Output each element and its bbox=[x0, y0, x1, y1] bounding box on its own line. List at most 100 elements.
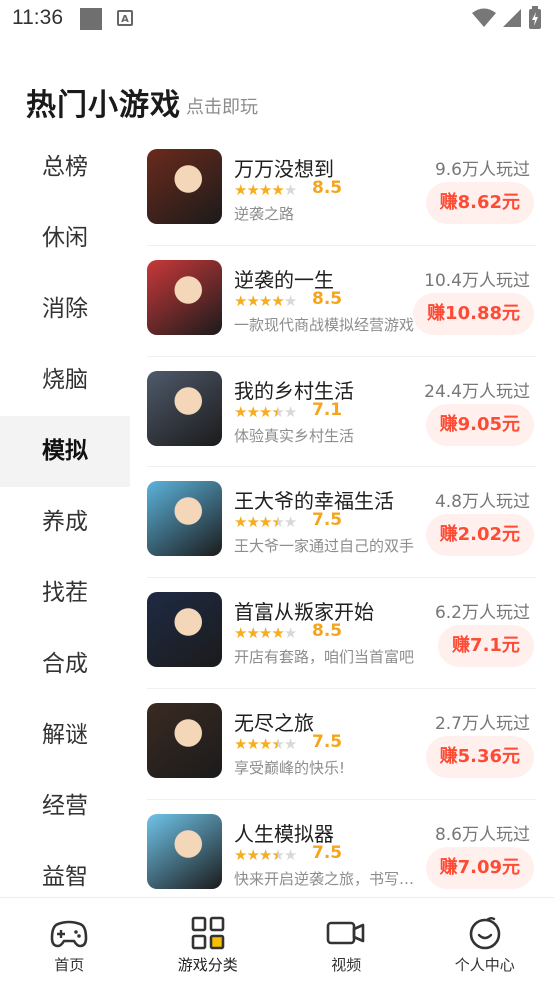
nav-label: 首页 bbox=[54, 954, 84, 975]
page-subtitle: 点击即玩 bbox=[186, 93, 258, 119]
players-count: 9.6万人玩过 bbox=[435, 155, 530, 180]
game-thumbnail[interactable] bbox=[147, 481, 222, 556]
star-icon: ★ bbox=[246, 624, 258, 642]
star-icon: ★ bbox=[271, 292, 283, 310]
rating-stars: ★★★★★ bbox=[234, 624, 296, 642]
star-icon: ★ bbox=[259, 292, 271, 310]
players-count: 6.2万人玩过 bbox=[435, 598, 530, 623]
star-icon: ★ bbox=[246, 181, 258, 199]
bottom-nav: 首页 游戏分类 视频 个人中心 bbox=[0, 897, 554, 986]
category-item[interactable]: 合成 bbox=[0, 629, 130, 700]
star-icon: ★ bbox=[234, 624, 246, 642]
star-icon: ★ bbox=[284, 292, 296, 310]
game-thumbnail[interactable] bbox=[147, 703, 222, 778]
star-icon: ★ bbox=[234, 846, 246, 864]
nav-home[interactable]: 首页 bbox=[0, 898, 139, 986]
game-row[interactable]: 王大爷的幸福生活4.8万人玩过★★★★★7.5王大爷一家通过自己的双手赚2.02… bbox=[147, 467, 536, 578]
category-item[interactable]: 烧脑 bbox=[0, 345, 130, 416]
grid-icon bbox=[191, 916, 225, 950]
players-count: 8.6万人玩过 bbox=[435, 820, 530, 845]
star-icon: ★ bbox=[259, 846, 271, 864]
category-item[interactable]: 总榜 bbox=[0, 132, 130, 203]
category-item[interactable]: 找茬 bbox=[0, 558, 130, 629]
status-time: 11:36 bbox=[12, 6, 63, 30]
game-description: 一款现代商战模拟经营游戏 bbox=[234, 314, 419, 335]
reward-button[interactable]: 赚5.36元 bbox=[426, 736, 534, 778]
page-title: 热门小游戏 bbox=[26, 80, 181, 124]
star-icon: ★ bbox=[259, 403, 271, 421]
game-row[interactable]: 万万没想到9.6万人玩过★★★★★8.5逆袭之路赚8.62元 bbox=[147, 135, 536, 246]
star-icon: ★ bbox=[259, 513, 271, 531]
status-icons bbox=[472, 6, 542, 30]
reward-button[interactable]: 赚7.1元 bbox=[438, 625, 534, 667]
game-row[interactable]: 我的乡村生活24.4万人玩过★★★★★7.1体验真实乡村生活赚9.05元 bbox=[147, 357, 536, 468]
players-count: 4.8万人玩过 bbox=[435, 487, 530, 512]
rating-stars: ★★★★★ bbox=[234, 513, 296, 531]
status-bar: 11:36 A bbox=[0, 0, 554, 40]
game-thumbnail[interactable] bbox=[147, 149, 222, 224]
nav-profile[interactable]: 个人中心 bbox=[416, 898, 554, 986]
category-item[interactable]: 模拟 bbox=[0, 416, 130, 487]
reward-button[interactable]: 赚9.05元 bbox=[426, 404, 534, 446]
rating-score: 7.5 bbox=[312, 843, 342, 863]
game-description: 体验真实乡村生活 bbox=[234, 425, 419, 446]
rating-score: 8.5 bbox=[312, 621, 342, 641]
category-item[interactable]: 养成 bbox=[0, 487, 130, 558]
nav-video[interactable]: 视频 bbox=[277, 898, 416, 986]
players-count: 10.4万人玩过 bbox=[424, 266, 530, 291]
star-icon: ★ bbox=[234, 292, 246, 310]
gamepad-icon bbox=[50, 916, 88, 950]
star-icon: ★ bbox=[246, 403, 258, 421]
battery-icon bbox=[528, 6, 542, 30]
star-icon: ★ bbox=[246, 292, 258, 310]
notification-square-icon bbox=[80, 8, 102, 30]
game-thumbnail[interactable] bbox=[147, 371, 222, 446]
nav-label: 视频 bbox=[331, 954, 361, 975]
game-row[interactable]: 人生模拟器8.6万人玩过★★★★★7.5快来开启逆袭之旅，书写传奇赚7.09元 bbox=[147, 800, 536, 911]
star-icon: ★ bbox=[271, 735, 283, 753]
star-icon: ★ bbox=[246, 513, 258, 531]
game-row[interactable]: 首富从叛家开始6.2万人玩过★★★★★8.5开店有套路，咱们当首富吧赚7.1元 bbox=[147, 578, 536, 689]
star-icon: ★ bbox=[284, 846, 296, 864]
star-icon: ★ bbox=[271, 846, 283, 864]
category-item[interactable]: 消除 bbox=[0, 274, 130, 345]
star-icon: ★ bbox=[271, 403, 283, 421]
wifi-icon bbox=[472, 8, 496, 28]
star-icon: ★ bbox=[259, 624, 271, 642]
rating-stars: ★★★★★ bbox=[234, 181, 296, 199]
game-description: 享受巅峰的快乐! bbox=[234, 757, 419, 778]
star-icon: ★ bbox=[246, 735, 258, 753]
reward-button[interactable]: 赚2.02元 bbox=[426, 514, 534, 556]
star-icon: ★ bbox=[271, 181, 283, 199]
reward-button[interactable]: 赚8.62元 bbox=[426, 182, 534, 224]
game-description: 王大爷一家通过自己的双手 bbox=[234, 535, 419, 556]
rating-stars: ★★★★★ bbox=[234, 735, 296, 753]
signal-icon bbox=[502, 8, 522, 28]
reward-button[interactable]: 赚7.09元 bbox=[426, 847, 534, 889]
star-icon: ★ bbox=[259, 735, 271, 753]
star-icon: ★ bbox=[284, 403, 296, 421]
star-icon: ★ bbox=[246, 846, 258, 864]
nav-categories[interactable]: 游戏分类 bbox=[139, 898, 278, 986]
smile-face-icon bbox=[467, 916, 503, 950]
game-thumbnail[interactable] bbox=[147, 592, 222, 667]
game-thumbnail[interactable] bbox=[147, 260, 222, 335]
star-icon: ★ bbox=[271, 624, 283, 642]
category-item[interactable]: 休闲 bbox=[0, 203, 130, 274]
star-icon: ★ bbox=[271, 513, 283, 531]
game-thumbnail[interactable] bbox=[147, 814, 222, 889]
star-icon: ★ bbox=[234, 403, 246, 421]
rating-stars: ★★★★★ bbox=[234, 846, 296, 864]
category-item[interactable]: 解谜 bbox=[0, 700, 130, 771]
star-icon: ★ bbox=[284, 624, 296, 642]
star-icon: ★ bbox=[284, 513, 296, 531]
game-list: 万万没想到9.6万人玩过★★★★★8.5逆袭之路赚8.62元逆袭的一生10.4万… bbox=[147, 135, 536, 911]
category-item[interactable]: 经营 bbox=[0, 771, 130, 842]
star-icon: ★ bbox=[259, 181, 271, 199]
star-icon: ★ bbox=[234, 513, 246, 531]
star-icon: ★ bbox=[284, 181, 296, 199]
game-row[interactable]: 逆袭的一生10.4万人玩过★★★★★8.5一款现代商战模拟经营游戏赚10.88元 bbox=[147, 246, 536, 357]
game-description: 逆袭之路 bbox=[234, 203, 419, 224]
game-row[interactable]: 无尽之旅2.7万人玩过★★★★★7.5享受巅峰的快乐!赚5.36元 bbox=[147, 689, 536, 800]
reward-button[interactable]: 赚10.88元 bbox=[413, 293, 534, 335]
